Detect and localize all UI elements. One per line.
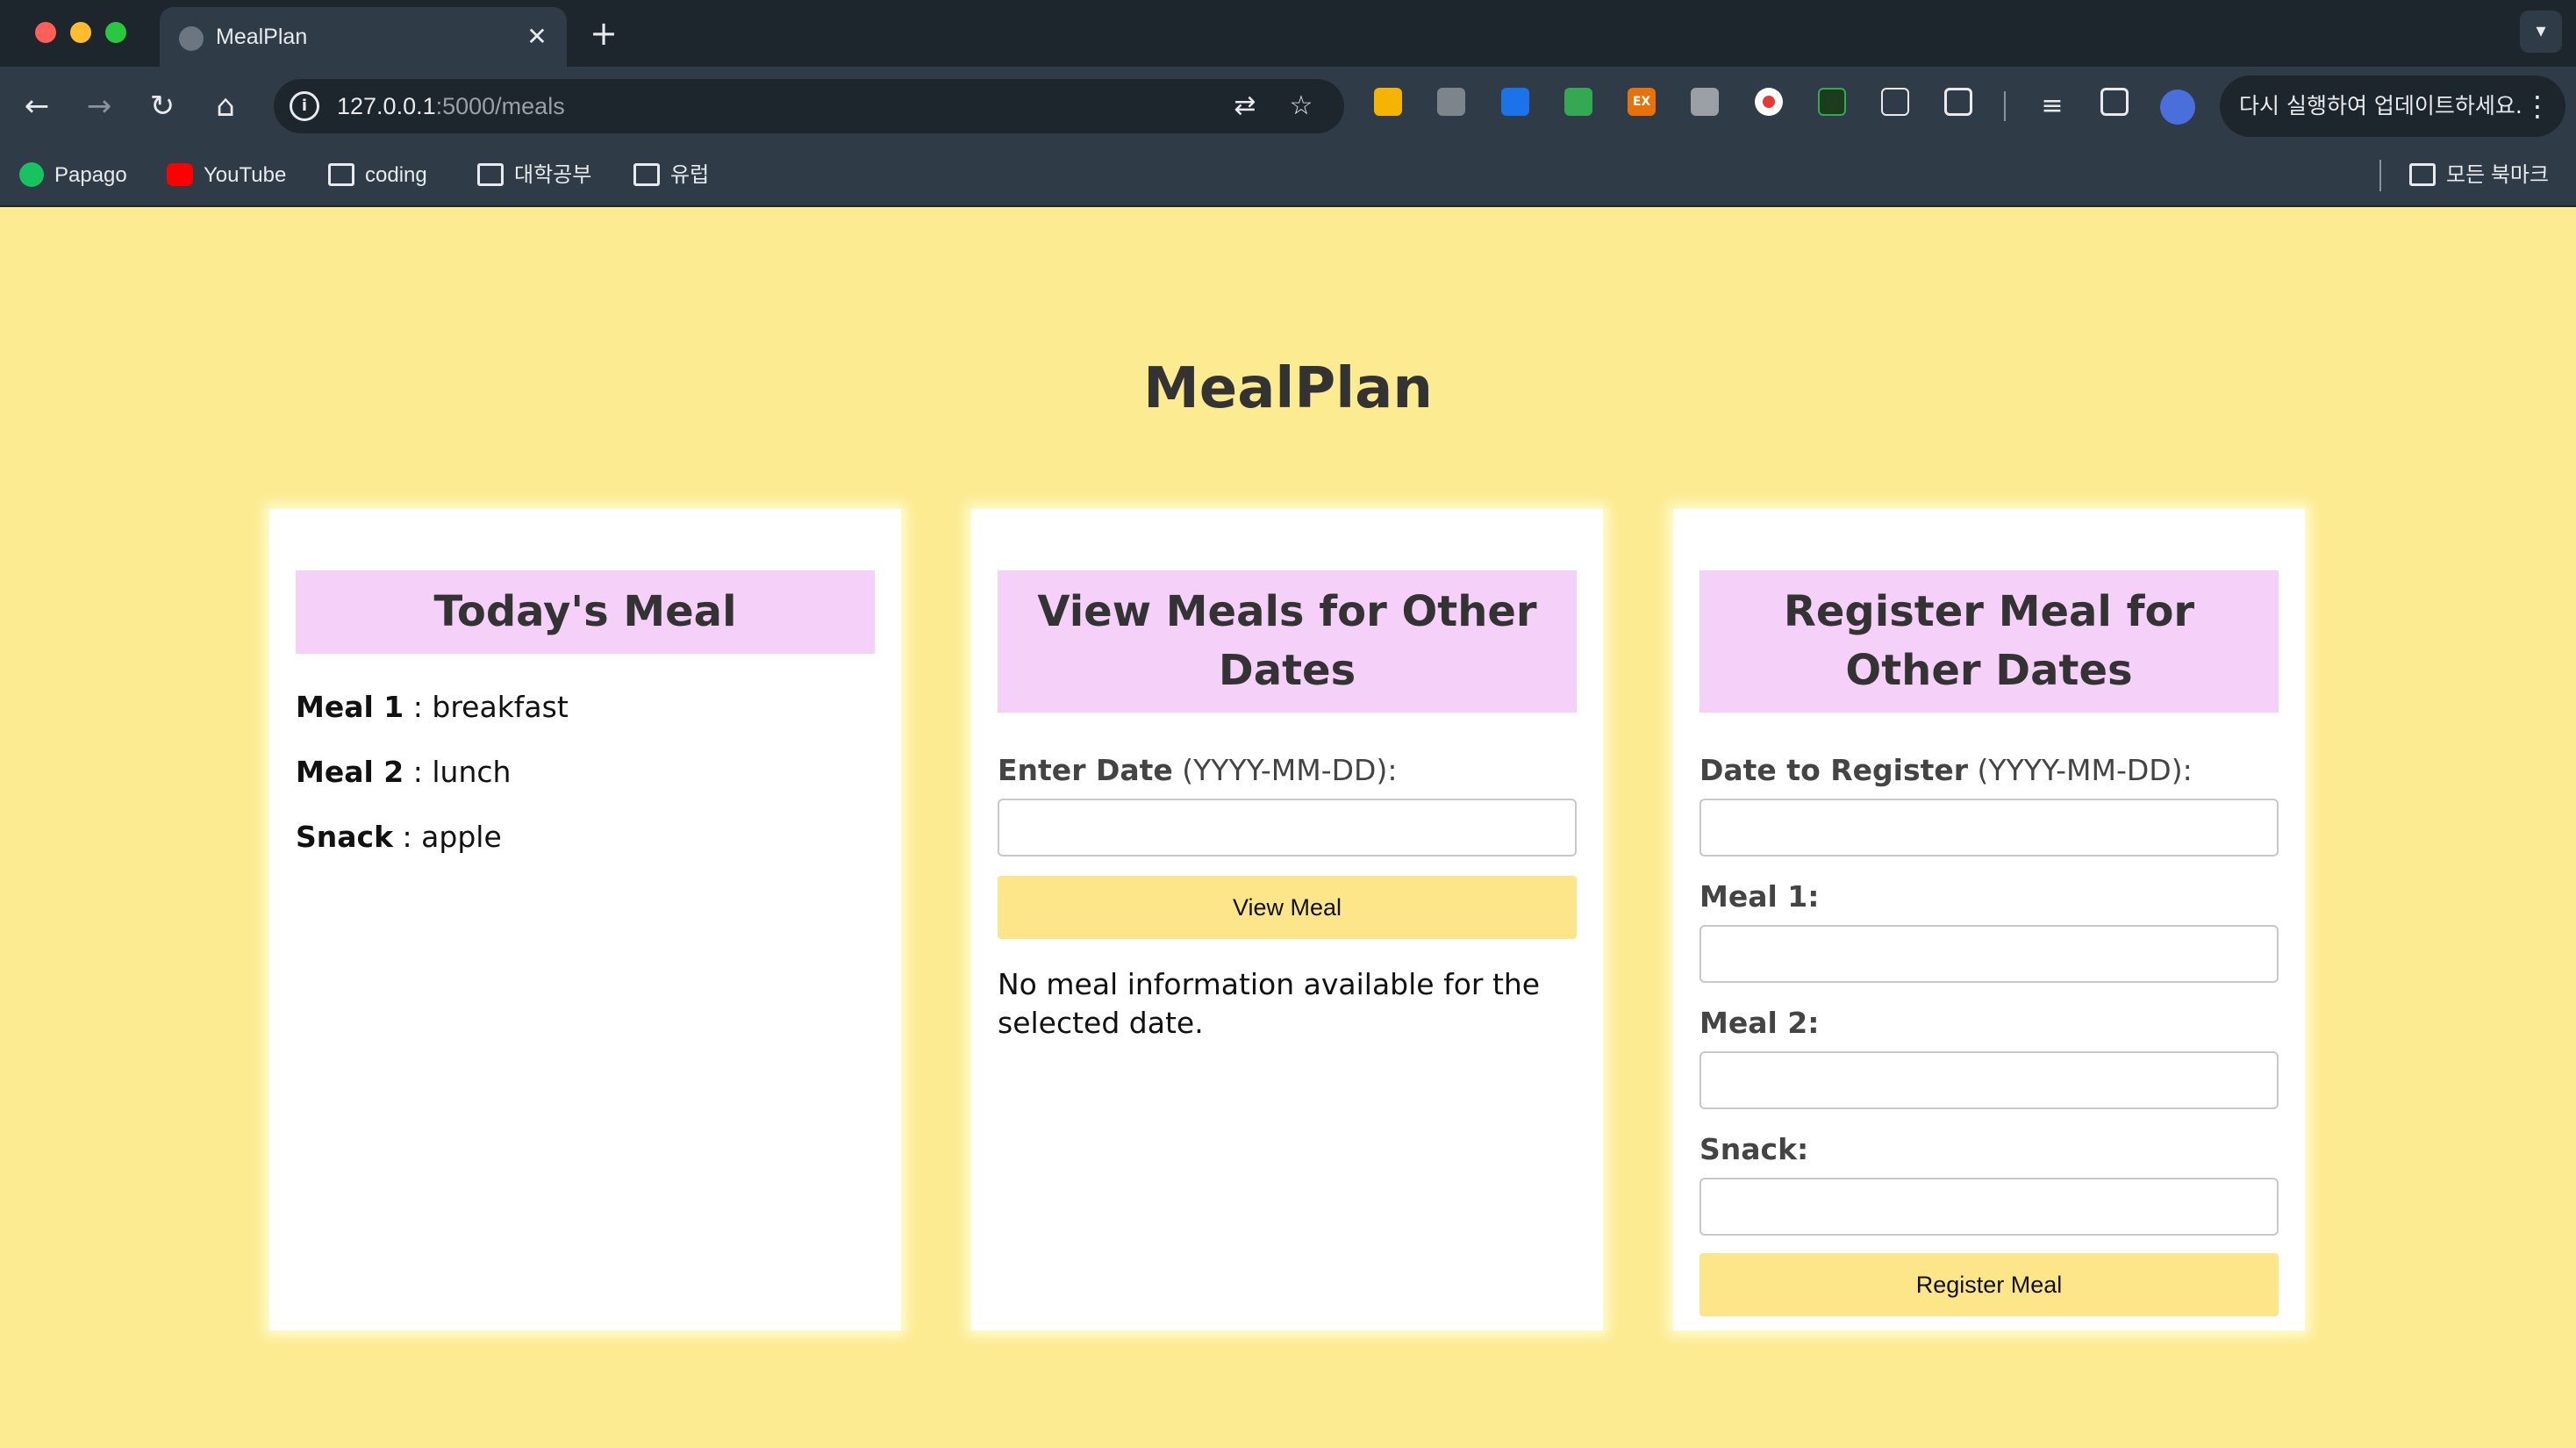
view-date-label: Enter Date (YYYY-MM-DD): [998,753,1398,787]
back-arrow-icon[interactable]: ← [15,84,59,128]
record-extension-icon[interactable] [1755,88,1783,116]
close-window-button[interactable] [35,22,56,43]
maximize-window-button[interactable] [105,22,126,43]
address-bar[interactable]: i 127.0.0.1:5000/meals ⇄ ☆ [274,79,1344,133]
meal-item: Snack : apple [296,820,502,854]
tab-search-chevron-icon[interactable]: ▾ [2520,11,2562,53]
browser-tab-active[interactable]: MealPlan ✕ [160,7,567,67]
more-menu-icon[interactable]: ⋮ [2523,75,2551,137]
view-meals-card: View Meals for Other Dates Enter Date (Y… [971,509,1603,1330]
reload-icon[interactable]: ↻ [140,84,184,128]
todays-meal-header: Today's Meal [296,570,875,654]
page-title: MealPlan [1143,356,1433,421]
update-chrome-button[interactable]: 다시 실행하여 업데이트하세요. ⋮ [2220,75,2565,137]
minimize-window-button[interactable] [70,22,91,43]
toolbar-divider [2004,91,2006,121]
view-result-message: No meal information available for the se… [998,967,1541,1040]
play-extension-icon[interactable] [1818,88,1846,116]
translate-icon[interactable]: ⇄ [1228,90,1262,123]
folder-icon [477,162,504,186]
folder-icon [2409,162,2436,186]
register-meal-card: Register Meal for Other Dates Date to Re… [1673,509,2305,1330]
papago-icon [19,161,44,187]
bookmark-youtube[interactable]: YouTube [167,160,286,191]
ex-extension-icon[interactable]: EX [1628,88,1656,116]
pin-extension-icon[interactable] [1881,88,1909,116]
home-icon[interactable]: ⌂ [204,84,247,128]
side-panel-icon[interactable] [2100,88,2129,116]
register-date-label: Date to Register (YYYY-MM-DD): [1699,753,2193,787]
meal-item: Meal 1 : breakfast [296,690,569,724]
reading-list-icon[interactable]: ≡ [2030,84,2074,128]
youtube-icon [167,162,193,186]
view-meals-header: View Meals for Other Dates [998,570,1577,713]
extensions-puzzle-icon[interactable] [1944,88,1972,116]
browser-tab-bar: MealPlan ✕ + ▾ [0,0,2576,67]
folder-icon [633,162,660,186]
meal-item: Meal 2 : lunch [296,755,512,789]
print-extension-icon[interactable] [1691,88,1719,116]
todays-meal-card: Today's Meal Meal 1 : breakfast Meal 2 :… [269,509,901,1330]
all-bookmarks[interactable]: 모든 북마크 [2409,160,2549,191]
address-url[interactable]: 127.0.0.1:5000/meals [337,90,565,122]
forward-arrow-icon[interactable]: → [77,84,121,128]
folder-icon [328,162,354,186]
bookmarks-divider [2379,160,2381,191]
camera-extension-icon[interactable] [1437,88,1465,116]
meal2-label: Meal 2: [1699,1006,1820,1040]
bookmark-coding[interactable]: coding [328,160,427,191]
new-tab-button[interactable]: + [586,16,621,51]
bookmarks-bar: Papago YouTube coding 대학공부 유럽 모든 북마크 [0,146,2576,207]
card-extension-icon[interactable] [1564,88,1592,116]
update-text: 다시 실행하여 업데이트하세요. [2239,93,2522,118]
bookmark-star-icon[interactable]: ☆ [1284,90,1318,123]
globe-icon [179,26,204,51]
meal2-input[interactable] [1699,1051,2279,1109]
view-date-input[interactable] [998,799,1577,857]
bookmark-daehak[interactable]: 대학공부 [477,160,591,191]
tab-title: MealPlan [216,25,308,49]
keep-extension-icon[interactable] [1374,88,1402,116]
meal1-input[interactable] [1699,925,2279,983]
browser-toolbar: ← → ↻ ⌂ i 127.0.0.1:5000/meals ⇄ ☆ EX ≡ … [0,67,2576,146]
bookmark-papago[interactable]: Papago [19,160,127,191]
shield-extension-icon[interactable] [1501,88,1529,116]
register-date-input[interactable] [1699,799,2279,857]
meal1-label: Meal 1: [1699,879,1820,914]
snack-input[interactable] [1699,1178,2279,1236]
site-info-icon[interactable]: i [290,91,319,121]
view-meal-button[interactable]: View Meal [998,876,1577,939]
bookmark-europe[interactable]: 유럽 [633,160,709,191]
tab-close-icon[interactable]: ✕ [521,21,553,53]
profile-avatar[interactable] [2160,90,2195,125]
snack-label: Snack: [1699,1132,1809,1166]
register-meal-button[interactable]: Register Meal [1699,1253,2279,1316]
register-meal-header: Register Meal for Other Dates [1699,570,2279,713]
